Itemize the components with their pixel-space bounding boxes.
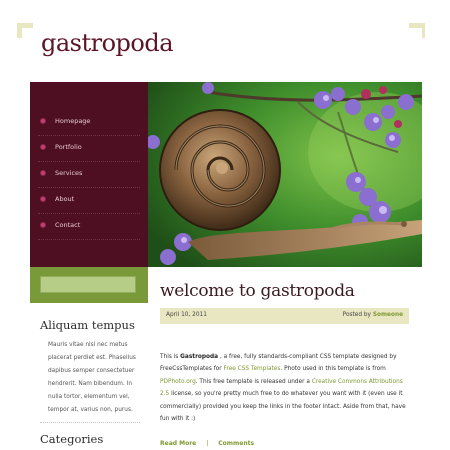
link-separator: | bbox=[206, 440, 209, 447]
posted-by-label: Posted by bbox=[342, 312, 371, 318]
comments-link[interactable]: Comments bbox=[218, 440, 254, 447]
divider bbox=[40, 422, 140, 424]
nav-link-about[interactable]: About bbox=[55, 195, 74, 203]
post-links: Read More | Comments bbox=[160, 440, 254, 447]
hero-image bbox=[148, 82, 422, 267]
nav-item-about[interactable]: About bbox=[38, 188, 140, 214]
corner-decoration bbox=[17, 23, 22, 38]
nav-link-services[interactable]: Services bbox=[55, 169, 82, 177]
pdphoto-link[interactable]: PDPhoto.org bbox=[160, 379, 196, 385]
post-author-link[interactable]: Someone bbox=[373, 312, 403, 318]
post-meta-bar: April 10, 2011 Posted by Someone bbox=[160, 308, 409, 324]
sidebar-text: Mauris vitae nisl nec metus placerat per… bbox=[48, 342, 136, 413]
post-date: April 10, 2011 bbox=[166, 312, 207, 318]
snail-photo bbox=[148, 82, 422, 267]
bullet-icon bbox=[41, 223, 45, 227]
nav-link-portfolio[interactable]: Portfolio bbox=[55, 143, 82, 151]
nav-link-homepage[interactable]: Homepage bbox=[55, 117, 90, 125]
bullet-icon bbox=[41, 145, 45, 149]
sidebar-heading-aliquam: Aliquam tempus bbox=[40, 318, 135, 332]
post-title[interactable]: welcome to gastropoda bbox=[160, 281, 355, 301]
post-text: license, so you're pretty much free to d… bbox=[160, 391, 406, 423]
site-logo[interactable]: gastropoda bbox=[41, 29, 174, 57]
nav-item-services[interactable]: Services bbox=[38, 162, 140, 188]
post-text: This is bbox=[160, 354, 181, 360]
free-css-templates-link[interactable]: Free CSS Templates bbox=[224, 366, 281, 372]
post-text: . Photo used in this template is from bbox=[280, 366, 386, 373]
post-author-line: Posted by Someone bbox=[343, 312, 403, 318]
main-navigation: Homepage Portfolio Services About Contac… bbox=[30, 82, 148, 267]
search-input[interactable] bbox=[40, 276, 136, 293]
nav-item-contact[interactable]: Contact bbox=[38, 214, 140, 240]
sidebar-heading-categories: Categories bbox=[40, 432, 104, 446]
nav-item-portfolio[interactable]: Portfolio bbox=[38, 136, 140, 162]
post-body: This is Gastropoda , a free, fully stand… bbox=[160, 351, 412, 425]
bullet-icon bbox=[41, 197, 45, 201]
nav-item-homepage[interactable]: Homepage bbox=[38, 110, 140, 136]
post-site-name: Gastropoda bbox=[180, 354, 219, 360]
read-more-link[interactable]: Read More bbox=[160, 440, 196, 447]
bullet-icon bbox=[41, 171, 45, 175]
nav-link-contact[interactable]: Contact bbox=[55, 221, 80, 229]
post-text: . This free template is released under a bbox=[195, 378, 312, 385]
bullet-icon bbox=[41, 119, 45, 123]
